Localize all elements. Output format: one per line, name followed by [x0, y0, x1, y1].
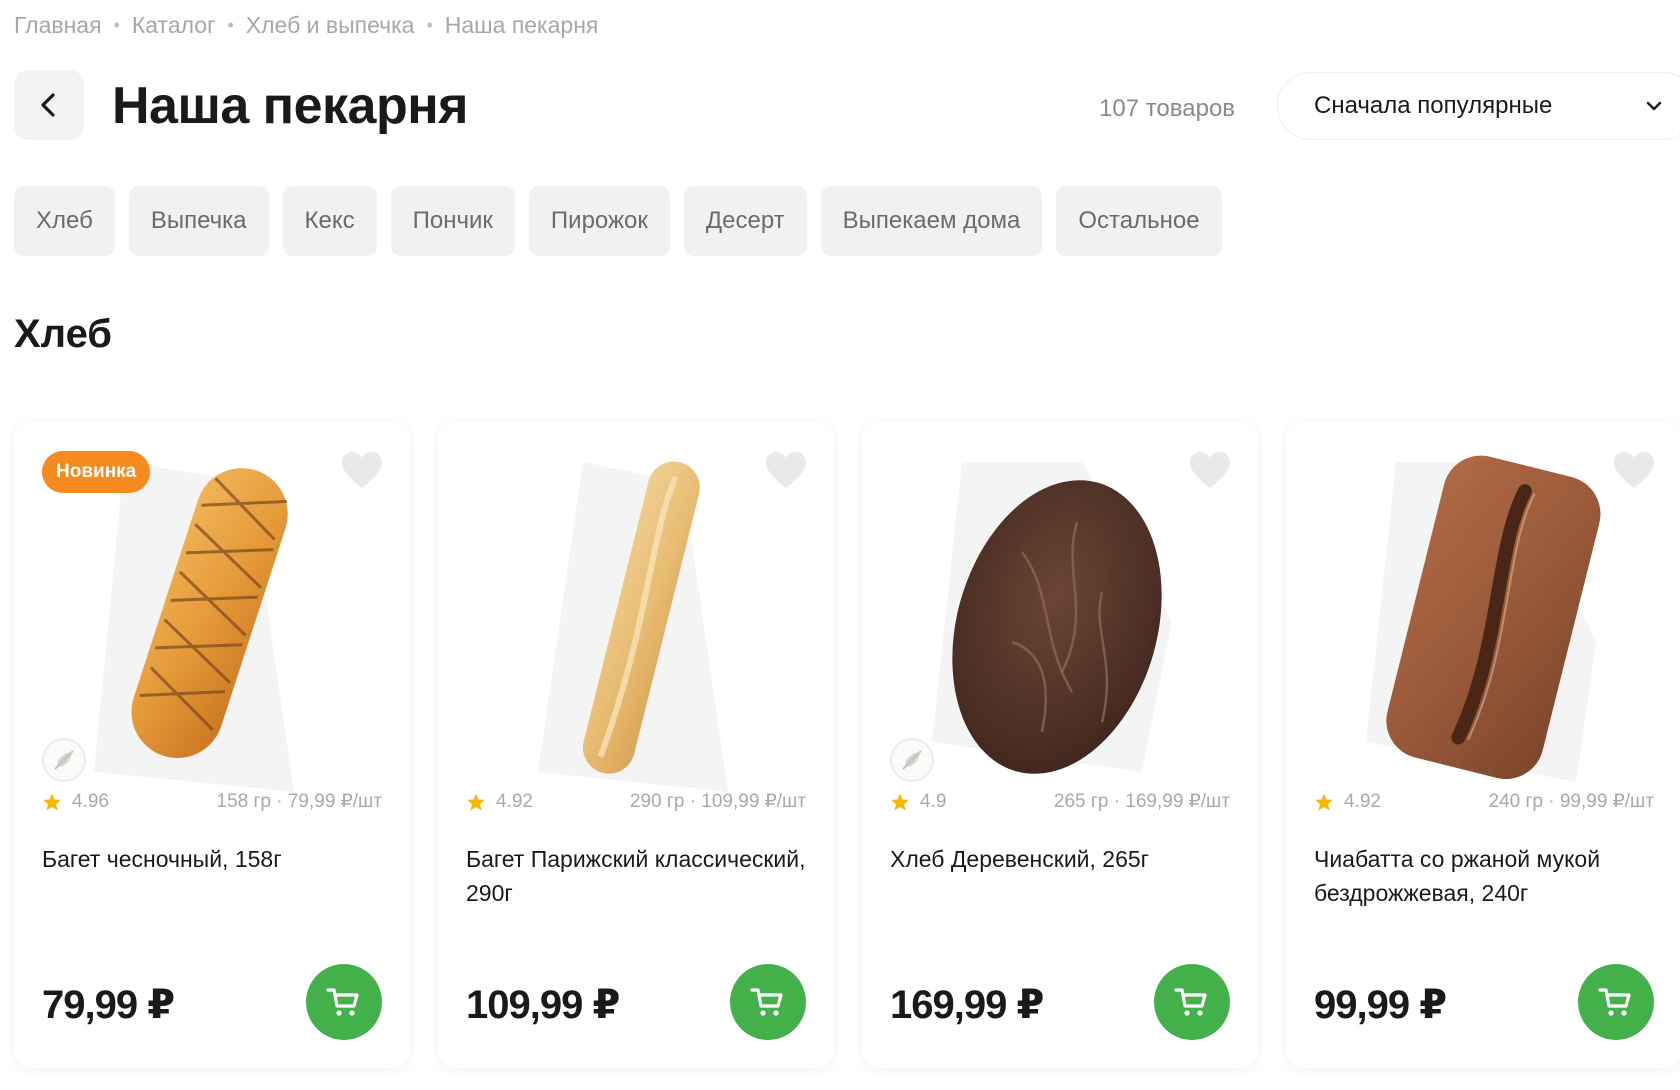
back-button[interactable]	[14, 70, 84, 140]
product-image-village-bread	[932, 462, 1172, 774]
weight-price: 290 гр · 109,99 ₽/шт	[629, 791, 806, 812]
rating: 4.9	[890, 791, 946, 813]
product-name[interactable]: Хлеб Деревенский, 265г	[890, 842, 1230, 876]
rating-value: 4.92	[496, 790, 533, 812]
product-card[interactable]: 4.92 240 гр · 99,99 ₽/шт Чиабатта со ржа…	[1286, 422, 1680, 1068]
sort-dropdown[interactable]: Сначала популярные	[1277, 72, 1680, 140]
vegan-icon	[890, 738, 934, 782]
weight-price: 240 гр · 99,99 ₽/шт	[1488, 791, 1655, 812]
product-grid: Новинка 4.96 158 гр · 79,99 ₽/шт Багет ч…	[14, 422, 1680, 1068]
product-image-rye-ciabatta	[1366, 455, 1601, 782]
page-header: Наша пекарня 107 товаров Сначала популяр…	[14, 70, 1680, 142]
product-name[interactable]: Багет чесночный, 158г	[42, 842, 382, 876]
cart-icon	[750, 988, 783, 1016]
chip-donut[interactable]: Пончик	[390, 186, 515, 256]
star-icon	[891, 793, 909, 810]
product-card[interactable]: 4.9 265 гр · 169,99 ₽/шт Хлеб Деревенски…	[862, 422, 1258, 1068]
product-count: 107 товаров	[1099, 95, 1236, 122]
chevron-left-icon	[41, 93, 55, 117]
product-meta: 4.92 240 гр · 99,99 ₽/шт	[1314, 790, 1654, 813]
rating: 4.96	[42, 791, 109, 813]
heart-icon[interactable]	[1612, 450, 1656, 490]
rating-value: 4.9	[920, 790, 947, 812]
rating: 4.92	[1314, 791, 1381, 813]
page-title: Наша пекарня	[112, 77, 468, 135]
breadcrumb-bread-pastry[interactable]: Хлеб и выпечка	[246, 12, 415, 39]
heart-icon[interactable]	[340, 450, 384, 490]
product-image-garlic-baguette	[94, 462, 294, 792]
product-meta: 4.92 290 гр · 109,99 ₽/шт	[466, 790, 806, 813]
rating-value: 4.92	[1344, 790, 1381, 812]
breadcrumb-current: Наша пекарня	[444, 12, 599, 38]
product-image-paris-baguette	[538, 461, 728, 792]
chip-pastry[interactable]: Выпечка	[128, 186, 269, 256]
add-to-cart-button[interactable]	[1154, 964, 1230, 1040]
product-price: 99,99 ₽	[1314, 983, 1447, 1027]
cart-icon	[326, 988, 359, 1016]
breadcrumb-home[interactable]: Главная	[14, 12, 102, 39]
product-meta: 4.9 265 гр · 169,99 ₽/шт	[890, 790, 1230, 813]
heart-icon[interactable]	[764, 450, 808, 490]
breadcrumb-separator: •	[426, 15, 433, 35]
star-icon	[1315, 793, 1333, 810]
breadcrumb-separator: •	[227, 15, 234, 35]
category-chips: Хлеб Выпечка Кекс Пончик Пирожок Десерт …	[14, 186, 1222, 256]
breadcrumb: Главная • Каталог • Хлеб и выпечка • Наш…	[14, 12, 598, 39]
section-title: Хлеб	[14, 312, 112, 356]
breadcrumb-separator: •	[113, 15, 120, 35]
add-to-cart-button[interactable]	[730, 964, 806, 1040]
product-card[interactable]: 4.92 290 гр · 109,99 ₽/шт Багет Парижски…	[438, 422, 834, 1068]
star-icon	[43, 793, 61, 810]
cart-icon	[1598, 988, 1631, 1016]
chip-dessert[interactable]: Десерт	[683, 186, 807, 256]
vegan-icon	[42, 738, 86, 782]
chevron-down-icon	[1646, 101, 1662, 111]
chip-other[interactable]: Остальное	[1056, 186, 1222, 256]
cart-icon	[1174, 988, 1207, 1016]
rating-value: 4.96	[72, 790, 109, 812]
chip-bread[interactable]: Хлеб	[14, 186, 115, 256]
rating: 4.92	[466, 791, 533, 813]
heart-icon[interactable]	[1188, 450, 1232, 490]
add-to-cart-button[interactable]	[1578, 964, 1654, 1040]
product-name[interactable]: Чиабатта со ржаной мукой бездрожжевая, 2…	[1314, 842, 1654, 910]
product-price: 109,99 ₽	[466, 983, 620, 1027]
sort-label: Сначала популярные	[1314, 92, 1553, 119]
new-badge: Новинка	[42, 451, 151, 493]
product-name[interactable]: Багет Парижский классический, 290г	[466, 842, 806, 910]
chip-cake[interactable]: Кекс	[282, 186, 377, 256]
chip-bake-at-home[interactable]: Выпекаем дома	[820, 186, 1043, 256]
star-icon	[467, 793, 485, 810]
product-card[interactable]: Новинка 4.96 158 гр · 79,99 ₽/шт Багет ч…	[14, 422, 410, 1068]
add-to-cart-button[interactable]	[306, 964, 382, 1040]
product-meta: 4.96 158 гр · 79,99 ₽/шт	[42, 790, 382, 813]
product-price: 79,99 ₽	[42, 983, 175, 1027]
weight-price: 158 гр · 79,99 ₽/шт	[216, 791, 383, 812]
chip-pie[interactable]: Пирожок	[528, 186, 670, 256]
breadcrumb-catalog[interactable]: Каталог	[132, 12, 216, 39]
product-price: 169,99 ₽	[890, 983, 1044, 1027]
weight-price: 265 гр · 169,99 ₽/шт	[1053, 791, 1230, 812]
